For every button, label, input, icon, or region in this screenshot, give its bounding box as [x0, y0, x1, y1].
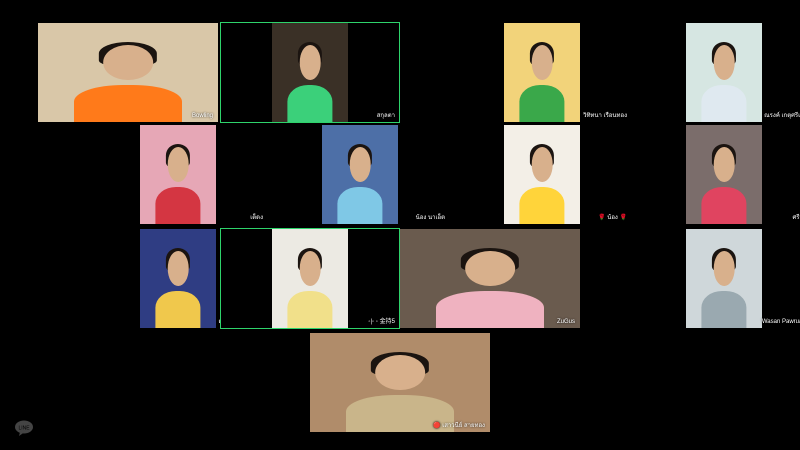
shirt: [701, 290, 747, 328]
participant-tile[interactable]: ◦|◦ ◦ 金持5: [220, 228, 400, 329]
face: [713, 146, 735, 183]
participant-name: สกุลตา: [376, 113, 395, 119]
participant-figure: [519, 143, 565, 224]
participant-figure: [287, 41, 333, 122]
participant-tile[interactable]: วิทิทนา เรือนทอง: [452, 22, 632, 123]
video-feed: [686, 229, 762, 328]
participant-name: วิทิทนา เรือนทอง: [583, 113, 627, 119]
shirt: [287, 84, 333, 122]
shirt: [701, 84, 747, 122]
face: [167, 146, 189, 183]
video-feed: [400, 229, 580, 328]
participant-name: Bowling: [191, 113, 213, 119]
face: [465, 250, 515, 287]
participant-name: ศรีมณี: [792, 215, 800, 221]
face: [299, 250, 321, 287]
shirt: [337, 186, 383, 224]
participant-tile[interactable]: Bowling: [38, 22, 218, 123]
participant-name: ZuGus: [556, 319, 575, 325]
video-feed: [504, 125, 580, 224]
shirt: [155, 290, 201, 328]
participant-figure: [346, 351, 454, 432]
line-icon: LINE: [15, 420, 33, 436]
shirt: [74, 84, 182, 122]
participant-figure: [155, 247, 201, 328]
face: [713, 250, 735, 287]
shirt: [701, 186, 747, 224]
video-feed: [504, 23, 580, 122]
face: [375, 354, 425, 391]
video-feed: [140, 229, 216, 328]
participant-tile[interactable]: Wasan Pawruang: [634, 228, 800, 329]
participant-tile[interactable]: เต็ดง: [88, 124, 268, 225]
participant-figure: [287, 247, 333, 328]
face: [531, 146, 553, 183]
shirt: [155, 186, 201, 224]
participant-tile[interactable]: 🌹 น้อง 🌹: [452, 124, 632, 225]
participant-figure: [519, 41, 565, 122]
video-feed: [310, 333, 490, 432]
participant-name: ◦|◦ ◦ 金持5: [368, 319, 395, 325]
participant-figure: [701, 41, 747, 122]
video-feed: [686, 23, 762, 122]
participant-figure: [337, 143, 383, 224]
participant-tile[interactable]: น้อง นาเอ็ต: [270, 124, 450, 225]
participant-name: Wasan Pawruang: [761, 319, 800, 325]
video-feed: [686, 125, 762, 224]
participant-tile[interactable]: 🔴 เสาวนีย์ สายทอง: [310, 332, 490, 433]
shirt: [287, 290, 333, 328]
participant-tile[interactable]: สกุลตา: [220, 22, 400, 123]
video-feed: [272, 229, 348, 328]
shirt: [436, 290, 544, 328]
face: [167, 250, 189, 287]
face: [103, 44, 153, 81]
participant-figure: [74, 41, 182, 122]
face: [299, 44, 321, 81]
participant-tile[interactable]: ณรงค์ เกตุศรีแก้ว: [634, 22, 800, 123]
face: [349, 146, 371, 183]
video-feed: [322, 125, 398, 224]
svg-text:LINE: LINE: [18, 425, 30, 431]
shirt: [519, 84, 565, 122]
shirt: [519, 186, 565, 224]
video-feed: [38, 23, 218, 122]
participant-figure: [436, 247, 544, 328]
participant-tile[interactable]: ZuGus: [400, 228, 580, 329]
participant-name: น้อง นาเอ็ต: [415, 215, 445, 221]
participant-figure: [701, 247, 747, 328]
participant-name: 🌹 น้อง 🌹: [598, 215, 627, 221]
face: [713, 44, 735, 81]
participant-name: ณรงค์ เกตุศรีแก้ว: [764, 113, 800, 119]
video-feed: [140, 125, 216, 224]
participant-figure: [155, 143, 201, 224]
participant-name: 🔴 เสาวนีย์ สายทอง: [433, 423, 485, 429]
participant-figure: [701, 143, 747, 224]
face: [531, 44, 553, 81]
video-feed: [272, 23, 348, 122]
participant-tile[interactable]: ศรีมณี: [634, 124, 800, 225]
participant-name: เต็ดง: [250, 215, 263, 221]
